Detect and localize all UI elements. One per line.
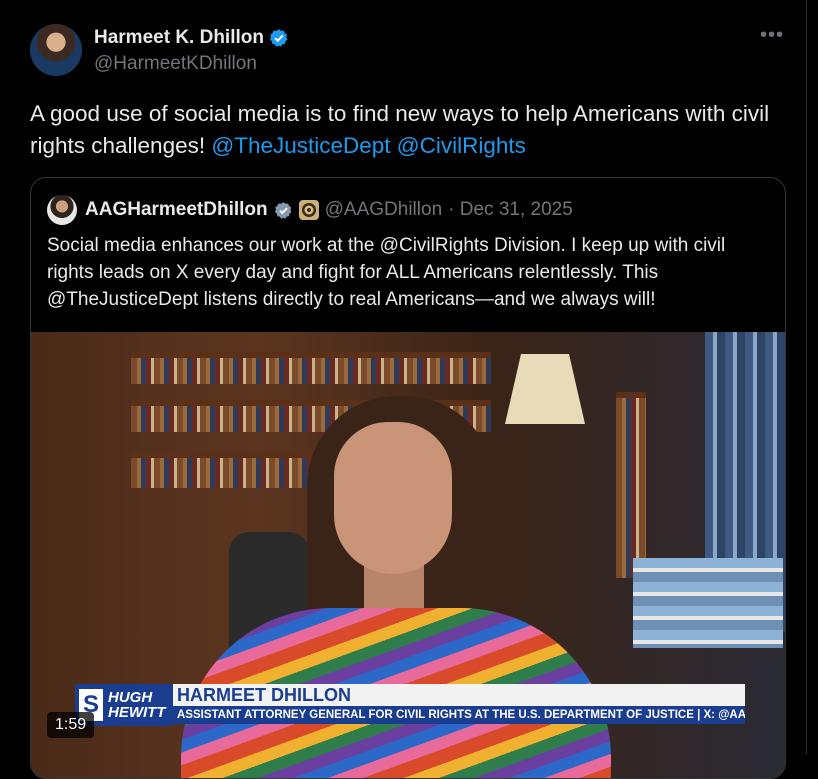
lower-third-subtitle: ASSISTANT ATTORNEY GENERAL FOR CIVIL RIG… [173,706,745,724]
show-logo-text: HUGH HEWITT [108,690,166,720]
show-logo-line1: HUGH [108,689,153,706]
author-handle[interactable]: @HarmeetKDhillon [94,53,257,75]
quoted-author-avatar[interactable] [47,195,77,225]
video-lower-third: S HUGH HEWITT HARMEET DHILLON ASSISTANT … [75,682,745,728]
verified-badge-icon [274,201,292,219]
quoted-post-date[interactable]: · Dec 31, 2025 [448,199,573,221]
video-player[interactable]: S HUGH HEWITT HARMEET DHILLON ASSISTANT … [31,332,785,778]
video-bookshelf [131,352,491,384]
affiliation-seal-icon [298,200,319,220]
quoted-post[interactable]: AAGHarmeetDhillon @AAGDhillon · Dec 31, … [30,177,786,779]
verified-badge-icon [269,29,288,47]
more-options-button[interactable]: ••• [760,24,784,47]
lower-third-name: HARMEET DHILLON [173,684,745,706]
video-bookshelf [131,452,321,488]
quoted-author-name[interactable]: AAGHarmeetDhillon [85,199,268,221]
author-name[interactable]: Harmeet K. Dhillon [94,27,264,49]
mention-link[interactable]: @CivilRights [397,133,526,158]
mention-link[interactable]: @TheJusticeDept [211,133,390,158]
post-container: Harmeet K. Dhillon @HarmeetKDhillon ••• … [0,0,807,779]
video-duration-badge: 1:59 [47,712,95,738]
author-avatar[interactable] [30,24,82,76]
quoted-post-text: Social media enhances our work at the @C… [47,235,726,310]
author-name-row: Harmeet K. Dhillon [94,27,289,49]
video-bookshelf [616,392,646,578]
quoted-post-header: AAGHarmeetDhillon @AAGDhillon · Dec 31, … [85,199,573,221]
video-person-face [334,422,452,574]
show-logo-line2: HEWITT [108,704,166,721]
quoted-author-handle[interactable]: @AAGDhillon [325,199,443,221]
video-book-stack [633,558,783,648]
post-text: A good use of social media is to find ne… [30,98,770,162]
